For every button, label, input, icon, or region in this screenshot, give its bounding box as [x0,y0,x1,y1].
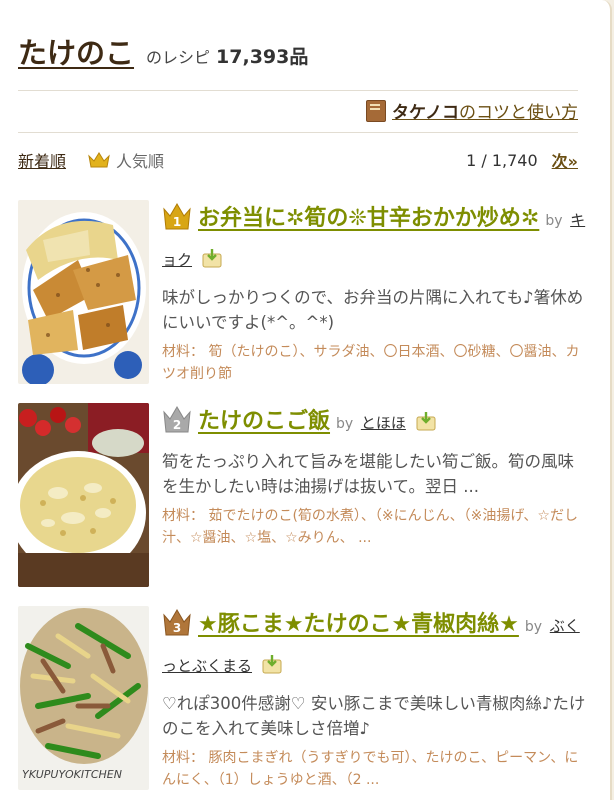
book-icon [366,99,387,122]
page-indicator: 1 / 1,740 [466,150,538,170]
title-suffix: のレシピ [146,48,211,67]
by-label: by [545,213,563,229]
recipe-title-link[interactable]: ★豚こま★たけのこ★青椒肉絲★ [198,612,519,637]
sort-popular-link[interactable]: 人気順 [116,148,164,172]
keyword-link[interactable]: たけのこ [18,30,134,72]
recipe-photo[interactable] [18,403,149,587]
sort-bar: 新着順 人気順 1 / 1,740 次» [18,148,578,172]
divider [18,132,578,133]
save-to-folder-icon[interactable] [416,411,436,431]
recipe-photo[interactable] [18,200,149,384]
recipe-description: 筍をたっぷり入れて旨みを堪能したい筍ご飯。筍の風味を生かしたい時は油揚げは抜いて… [162,452,575,496]
next-page-link[interactable]: 次» [552,148,578,172]
recipe-ingredients: 材料： 茹でたけのこ(筍の水煮）、（※にんじん、（※油揚げ、☆だし汁、☆醤油、☆… [162,508,578,546]
save-to-folder-icon[interactable] [202,248,222,268]
crown-icon [88,152,110,168]
recipe-description: 味がしっかりつくので、お弁当の片隅に入れても♪箸休めにいいですよ(*^。^*) [162,288,584,332]
recipe-title-link[interactable]: たけのこご飯 [198,409,330,434]
rank-3-crown-icon: 3 [163,609,191,636]
by-label: by [336,416,354,432]
rank-number: 2 [173,418,181,432]
rank-1-crown-icon: 1 [163,203,191,230]
tips-link[interactable]: タケノコのコツと使い方 [366,98,578,123]
recipe-photo[interactable]: YKUPUYOKITCHEN [18,606,149,790]
by-label: by [524,619,543,635]
save-to-folder-icon[interactable] [262,654,282,674]
image-watermark: YKUPUYOKITCHEN [22,768,122,781]
rank-number: 3 [173,621,181,635]
recipe-description: ♡れぽ300件感謝♡ 安い豚こまで美味しい青椒肉絲♪たけのこを入れて美味しさ倍増… [162,694,586,738]
tips-suffix: のコツと使い方 [459,103,578,123]
sort-newest-link[interactable]: 新着順 [18,148,66,172]
tips-keyword: タケノコ [392,103,459,123]
recipe-title-link[interactable]: お弁当に✲筍の❊甘辛おかか炒め✲ [198,206,539,231]
page-title: たけのこ のレシピ 17,393品 [18,30,590,78]
divider [18,90,578,91]
author-link[interactable]: とほほ [361,414,406,432]
recipe-count: 17,393品 [216,46,309,68]
rank-number: 1 [173,215,181,229]
recipe-ingredients: 材料： 豚肉こまぎれ（うすぎりでも可）、たけのこ、ピーマン、にんにく、（1）しょ… [162,750,579,788]
recipe-panel: たけのこ のレシピ 17,393品 タケノコのコツと使い方 新着順 人気順 1 … [0,0,612,800]
recipe-ingredients: 材料： 筍（たけのこ）、サラダ油、〇日本酒、〇砂糖、〇醤油、カツオ削り節 [162,344,580,382]
rank-2-crown-icon: 2 [163,406,191,433]
